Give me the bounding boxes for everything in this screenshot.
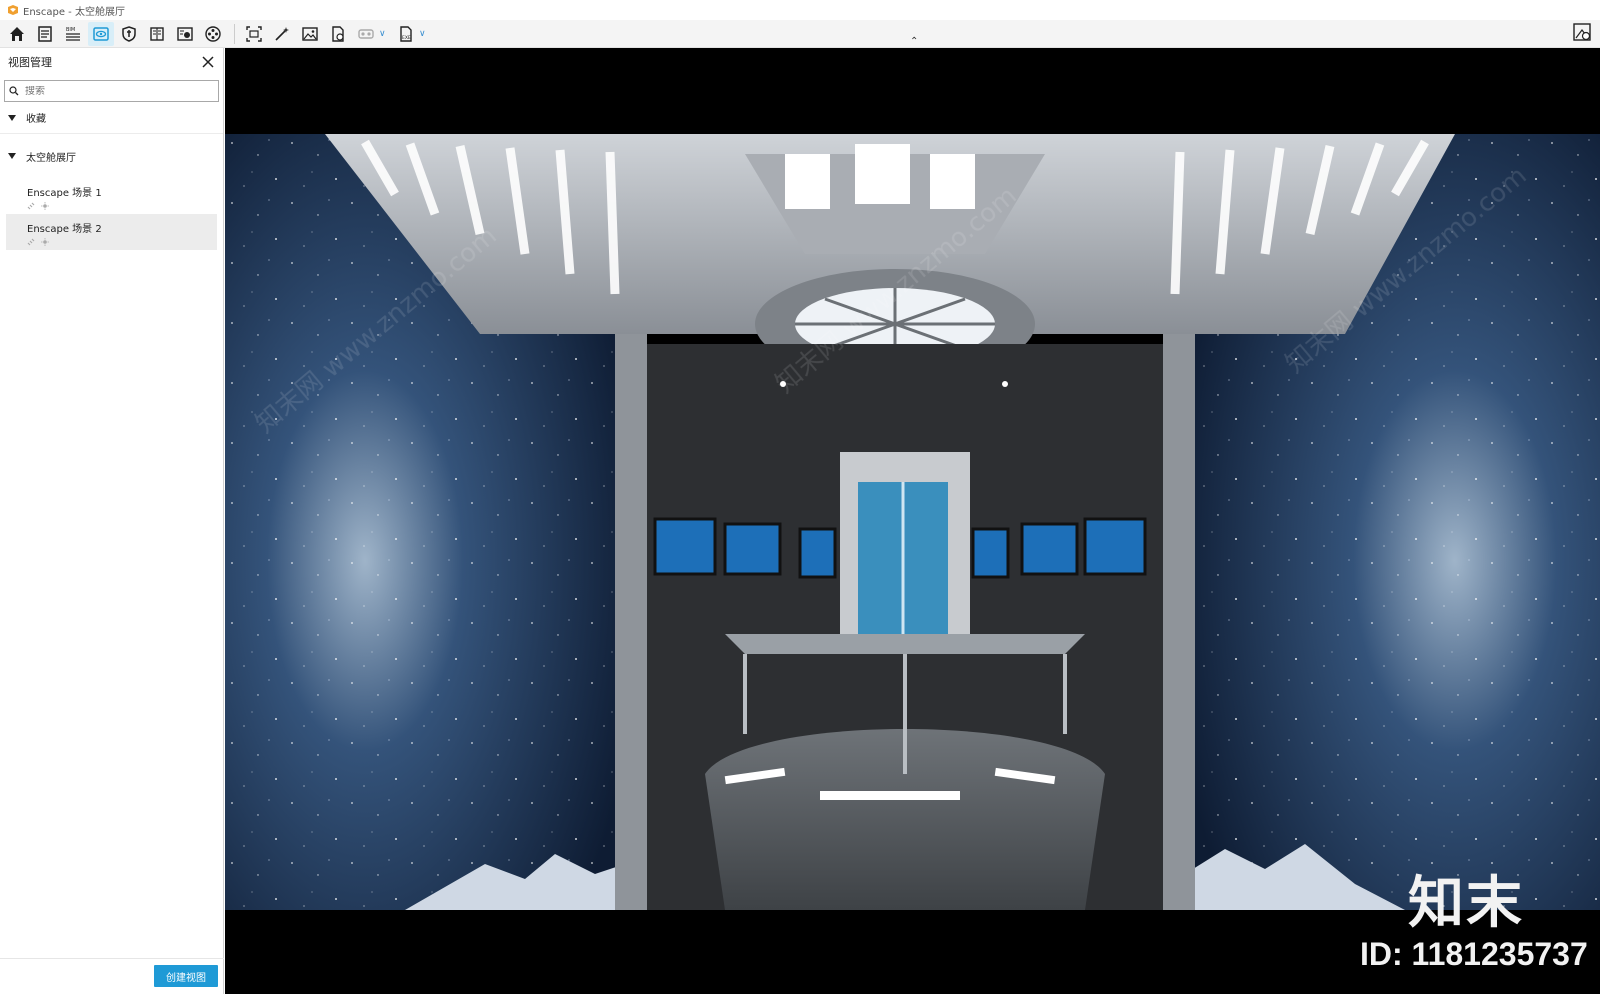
shield-button[interactable] xyxy=(116,22,142,46)
screenshot-button[interactable] xyxy=(241,22,267,46)
bim-button[interactable]: BIM xyxy=(60,22,86,46)
panel-title: 视图管理 xyxy=(8,56,52,69)
sun-icon[interactable] xyxy=(41,238,49,246)
toolbar-collapse-icon[interactable]: ⌃ xyxy=(910,36,918,47)
svg-text:EXE: EXE xyxy=(402,35,411,41)
search-input[interactable] xyxy=(25,85,205,97)
toolbar-divider xyxy=(234,23,235,44)
scene-group-header[interactable]: 太空舱展厅 xyxy=(0,140,223,172)
asset-library-button[interactable] xyxy=(172,22,198,46)
expand-triangle-icon xyxy=(8,114,16,121)
favorites-section-header[interactable]: 收藏 xyxy=(0,102,223,134)
home-icon xyxy=(10,26,24,41)
image-icon xyxy=(302,26,318,41)
export-dropdown-caret-icon[interactable]: ∨ xyxy=(419,29,427,39)
visual-settings-icon xyxy=(1573,23,1591,41)
search-icon xyxy=(9,86,19,96)
book-icon xyxy=(150,26,164,41)
favorites-label: 收藏 xyxy=(26,114,46,125)
view-item-label: Enscape 场景 2 xyxy=(27,224,102,235)
eye-view-icon xyxy=(93,26,109,41)
vr-headset-button[interactable] xyxy=(353,22,379,46)
create-view-button[interactable]: 创建视图 xyxy=(154,965,218,987)
expand-triangle-icon xyxy=(8,153,16,159)
vr-headset-icon xyxy=(358,28,374,39)
scene-group-label: 太空舱展厅 xyxy=(26,152,76,164)
film-button[interactable] xyxy=(200,22,226,46)
screenshot-icon xyxy=(246,25,262,42)
panel-footer-divider xyxy=(0,958,224,959)
file-export-icon xyxy=(332,25,344,42)
watermark-brand: 知末 xyxy=(1408,871,1524,936)
exe-export-button[interactable]: EXE xyxy=(393,22,419,46)
shield-icon xyxy=(122,25,136,42)
view-item-label: Enscape 场景 1 xyxy=(27,188,102,199)
link-icon[interactable] xyxy=(27,238,35,246)
toolbar: BIM ∨ EXE ∨ xyxy=(0,20,1600,48)
magic-wand-button[interactable] xyxy=(269,22,295,46)
svg-text:BIM: BIM xyxy=(66,27,75,33)
view-list: Enscape 场景 1 Enscape 场景 2 xyxy=(0,172,223,250)
magic-wand-icon xyxy=(275,26,289,41)
view-manager-panel: 视图管理 收藏 太空舱展厅 Enscape 场景 1 Enscape 场景 2 xyxy=(0,48,224,994)
exe-export-icon: EXE xyxy=(400,25,412,42)
title-bar: Enscape - 太空舱展厅 xyxy=(0,0,1600,20)
vr-dropdown-caret-icon[interactable]: ∨ xyxy=(379,29,387,39)
rendered-scene-image: 知末网 www.znzmo.com 知末网 www.znzmo.com 知末网 … xyxy=(225,134,1600,910)
enscape-logo-icon xyxy=(8,5,18,15)
document-icon xyxy=(38,25,52,42)
search-field[interactable] xyxy=(4,80,219,102)
home-button[interactable] xyxy=(4,22,30,46)
sun-icon[interactable] xyxy=(41,202,49,210)
panel-header: 视图管理 xyxy=(0,48,223,76)
view-item-scene-2[interactable]: Enscape 场景 2 xyxy=(6,214,217,250)
view-management-button[interactable] xyxy=(88,21,114,46)
film-icon xyxy=(205,25,221,42)
watermark-id: ID: 1181235737 xyxy=(1360,936,1588,972)
view-item-scene-1[interactable]: Enscape 场景 1 xyxy=(6,178,217,214)
book-button[interactable] xyxy=(144,22,170,46)
render-viewport[interactable]: 知末网 www.znzmo.com 知末网 www.znzmo.com 知末网 … xyxy=(225,48,1600,994)
asset-icon xyxy=(177,26,193,41)
bim-icon: BIM xyxy=(66,27,80,41)
document-button[interactable] xyxy=(32,22,58,46)
file-export-button[interactable] xyxy=(325,22,351,46)
visual-settings-button[interactable] xyxy=(1572,22,1592,46)
close-icon[interactable] xyxy=(201,55,215,69)
window-title: Enscape - 太空舱展厅 xyxy=(23,6,125,18)
link-icon[interactable] xyxy=(27,202,35,210)
image-button[interactable] xyxy=(297,22,323,46)
